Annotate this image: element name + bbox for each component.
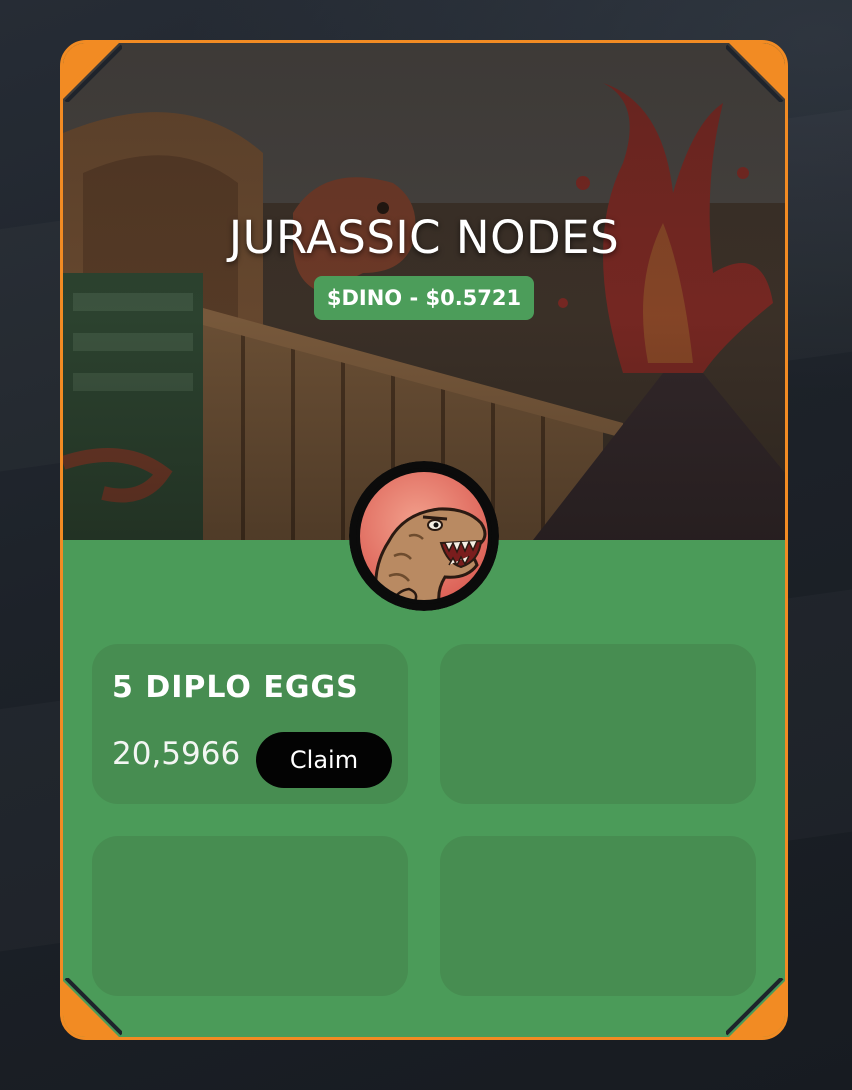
token-price-badge: $DINO - $0.5721: [314, 276, 534, 320]
claim-button[interactable]: Claim: [256, 732, 392, 788]
node-title: 5 DIPLO EGGS: [112, 670, 359, 705]
corner-bracket-icon: [726, 978, 785, 1037]
page-title: JURASSIC NODES: [228, 211, 620, 264]
empty-node-tile: [440, 836, 756, 996]
jurassic-nodes-card: JURASSIC NODES $DINO - $0.5721 5 DIPLO E…: [60, 40, 788, 1040]
corner-bracket-icon: [63, 43, 122, 102]
corner-bracket-icon: [726, 43, 785, 102]
node-tile: 5 DIPLO EGGS 20,5966 Claim: [92, 644, 408, 804]
empty-node-tile: [440, 644, 756, 804]
empty-node-tile: [92, 836, 408, 996]
t-rex-avatar-icon: [349, 461, 499, 611]
node-reward-amount: 20,5966: [112, 736, 241, 772]
corner-bracket-icon: [63, 978, 122, 1037]
